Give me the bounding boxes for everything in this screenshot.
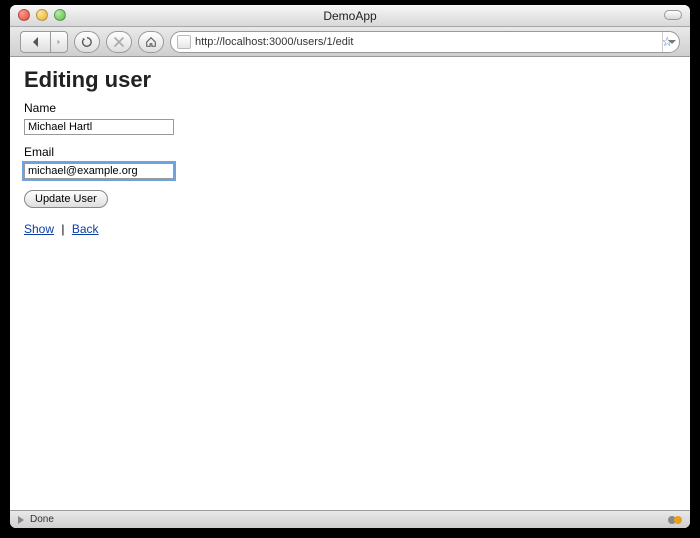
nav-backforward: [20, 31, 68, 53]
status-text: Done: [30, 514, 54, 525]
toolbar-toggle-icon[interactable]: [664, 10, 682, 20]
link-separator: |: [61, 222, 64, 236]
browser-window: DemoApp: [10, 5, 690, 528]
zoom-icon[interactable]: [54, 9, 66, 21]
home-button[interactable]: [138, 31, 164, 53]
firebug-icon[interactable]: [668, 513, 682, 527]
name-input[interactable]: [24, 119, 174, 135]
status-wedge-icon: [18, 516, 24, 524]
name-label: Name: [24, 101, 676, 115]
page-title: Editing user: [24, 67, 676, 93]
email-field: Email: [24, 145, 676, 179]
close-icon[interactable]: [18, 9, 30, 21]
address-bar[interactable]: ☆: [170, 31, 680, 53]
submit-row: Update User: [24, 189, 676, 208]
forward-button[interactable]: [50, 31, 68, 53]
update-user-button[interactable]: Update User: [24, 190, 108, 208]
page-content: Editing user Name Email Update User Show…: [10, 57, 690, 510]
show-link[interactable]: Show: [24, 222, 54, 236]
stop-button[interactable]: [106, 31, 132, 53]
back-link[interactable]: Back: [72, 222, 99, 236]
history-dropdown-icon[interactable]: [662, 32, 680, 52]
page-icon: [177, 35, 191, 49]
name-field: Name: [24, 101, 676, 135]
reload-button[interactable]: [74, 31, 100, 53]
minimize-icon[interactable]: [36, 9, 48, 21]
status-bar: Done: [10, 510, 690, 528]
email-label: Email: [24, 145, 676, 159]
url-input[interactable]: [195, 36, 671, 48]
back-button[interactable]: [20, 31, 50, 53]
traffic-lights: [18, 9, 66, 21]
toolbar: ☆: [10, 27, 690, 57]
page-links: Show | Back: [24, 222, 676, 236]
titlebar: DemoApp: [10, 5, 690, 27]
window-title: DemoApp: [10, 9, 690, 23]
email-input[interactable]: [24, 163, 174, 179]
